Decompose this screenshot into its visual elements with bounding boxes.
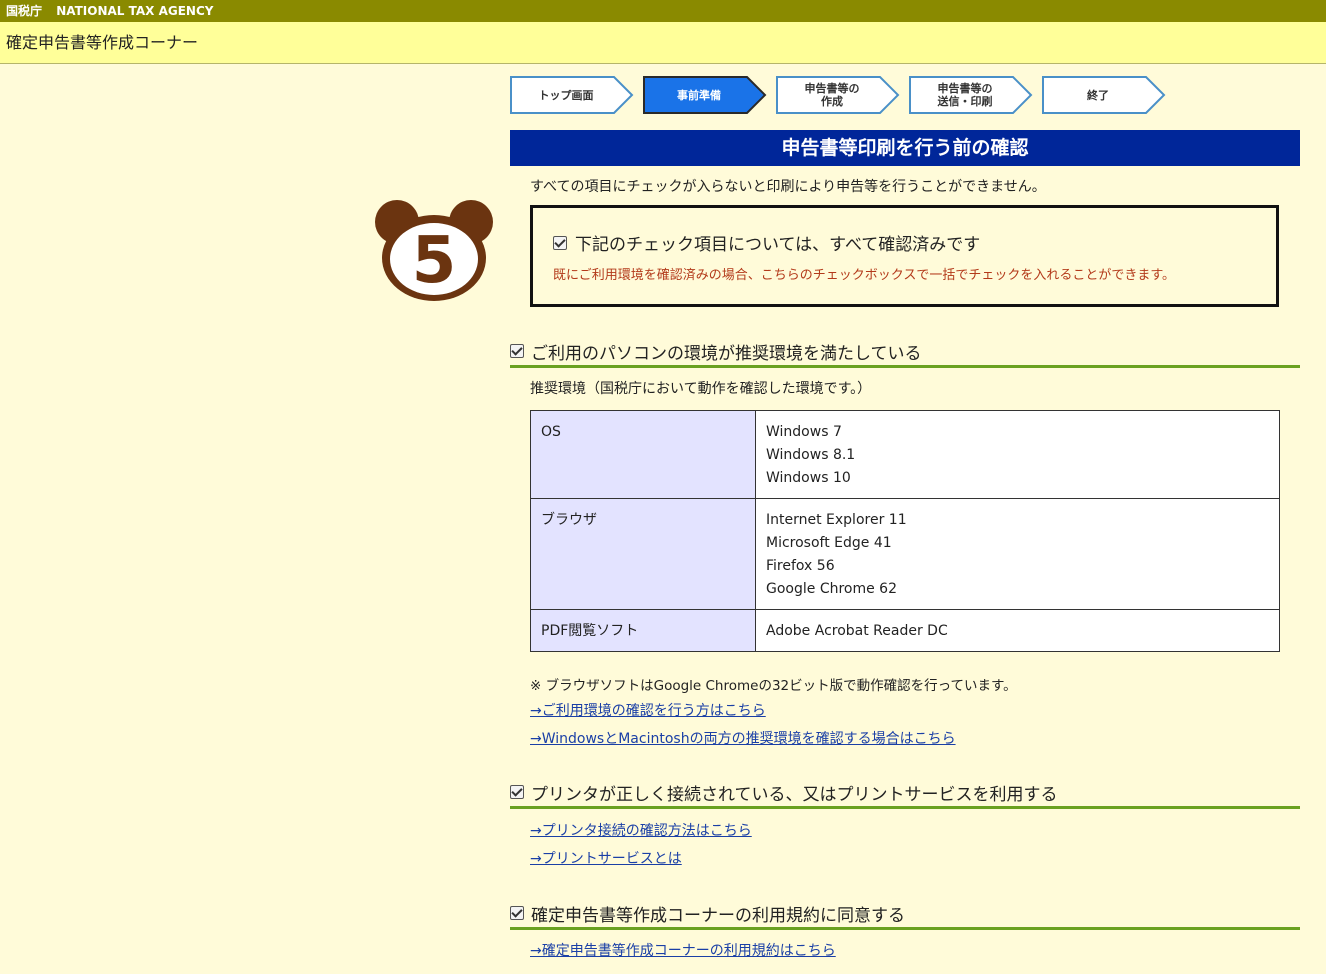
env-value-line: Windows 8.1	[766, 447, 856, 463]
step-label: 事前準備	[677, 88, 721, 102]
step-label: トップ画面	[538, 88, 594, 102]
print-service-link[interactable]: →プリントサービスとは	[530, 848, 682, 868]
divider	[510, 927, 1300, 930]
step-label: 申告書等の 送信・印刷	[937, 82, 993, 108]
env-value-line: Adobe Acrobat Reader DC	[766, 623, 948, 639]
env-value-line: Google Chrome 62	[766, 581, 897, 597]
browser-footnote: ※ ブラウザソフトはGoogle Chromeの32ビット版で動作確認を行ってい…	[530, 678, 1017, 694]
agency-bar: 国税庁 NATIONAL TAX AGENCY	[0, 0, 1326, 22]
env-key: OS	[530, 410, 756, 499]
env-check-howto-link[interactable]: →ご利用環境の確認を行う方はこちら	[530, 700, 766, 720]
printer-howto-link[interactable]: →プリンタ接続の確認方法はこちら	[530, 820, 752, 840]
table-row: ブラウザ Internet Explorer 11 Microsoft Edge…	[530, 498, 1280, 610]
confirm-all-box: 下記のチェック項目については、すべて確認済みです 既にご利用環境を確認済みの場合…	[530, 205, 1279, 307]
terms-check-label: 確定申告書等作成コーナーの利用規約に同意する	[531, 905, 905, 926]
env-value-line: Microsoft Edge 41	[766, 535, 892, 551]
recommended-env-table: OS Windows 7 Windows 8.1 Windows 10 ブラウザ…	[530, 410, 1280, 652]
terms-link[interactable]: →確定申告書等作成コーナーの利用規約はこちら	[530, 940, 836, 960]
printer-check-label: プリンタが正しく接続されている、又はプリントサービスを利用する	[531, 784, 1058, 805]
env-check-label: ご利用のパソコンの環境が推奨環境を満たしている	[531, 343, 922, 364]
step-label: 終了	[1087, 88, 1109, 102]
confirm-all-note: 既にご利用環境を確認済みの場合、こちらのチェックボックスで一括でチェックを入れる…	[553, 268, 1176, 283]
terms-check-row: 確定申告書等作成コーナーの利用規約に同意する	[510, 899, 1300, 927]
env-value-line: Windows 10	[766, 470, 851, 486]
app-title: 確定申告書等作成コーナー	[0, 22, 1326, 64]
terms-checkbox[interactable]	[510, 906, 524, 920]
env-value-line: Firefox 56	[766, 558, 835, 574]
step-label: 申告書等の 作成	[804, 82, 860, 108]
section-title: 申告書等印刷を行う前の確認	[510, 130, 1300, 166]
table-row: OS Windows 7 Windows 8.1 Windows 10	[530, 410, 1280, 499]
env-value: Adobe Acrobat Reader DC	[755, 609, 1280, 652]
agency-name-en: NATIONAL TAX AGENCY	[56, 4, 214, 18]
printer-check-row: プリンタが正しく接続されている、又はプリントサービスを利用する	[510, 778, 1300, 806]
step-send-print: 申告書等の 送信・印刷	[909, 76, 1033, 114]
env-checkbox[interactable]	[510, 344, 524, 358]
step-create: 申告書等の 作成	[776, 76, 900, 114]
agency-name-jp: 国税庁	[6, 4, 43, 18]
env-value-line: Windows 7	[766, 424, 842, 440]
env-key: PDF閲覧ソフト	[530, 609, 756, 652]
env-value-line: Internet Explorer 11	[766, 512, 907, 528]
step-finish: 終了	[1042, 76, 1166, 114]
divider	[510, 806, 1300, 809]
confirm-all-checkbox[interactable]	[553, 235, 567, 250]
printer-checkbox[interactable]	[510, 785, 524, 799]
win-mac-env-link[interactable]: →WindowsとMacintoshの両方の推奨環境を確認する場合はこちら	[530, 728, 956, 748]
mascot-number: 5	[412, 224, 457, 298]
step-preparation: 事前準備	[643, 76, 767, 114]
table-row: PDF閲覧ソフト Adobe Acrobat Reader DC	[530, 609, 1280, 652]
env-check-row: ご利用のパソコンの環境が推奨環境を満たしている	[510, 337, 1300, 365]
env-value: Windows 7 Windows 8.1 Windows 10	[755, 410, 1280, 499]
notice-text: すべての項目にチェックが入らないと印刷により申告等を行うことができません。	[530, 179, 1046, 195]
env-key: ブラウザ	[530, 498, 756, 610]
divider	[510, 365, 1300, 368]
recommended-caption: 推奨環境（国税庁において動作を確認した環境です。）	[530, 381, 872, 397]
mascot-icon: 5	[375, 200, 493, 301]
env-value: Internet Explorer 11 Microsoft Edge 41 F…	[755, 498, 1280, 610]
step-top: トップ画面	[510, 76, 634, 114]
confirm-all-label: 下記のチェック項目については、すべて確認済みです	[575, 235, 981, 255]
